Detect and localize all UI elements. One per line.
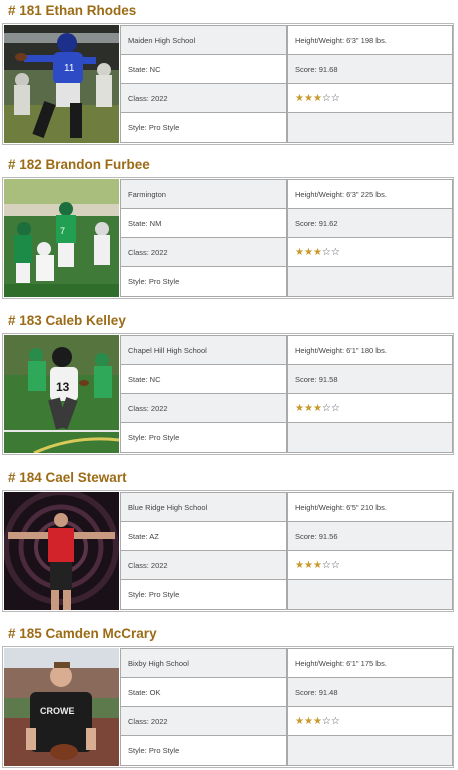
height-weight-cell: Height/Weight: 6'5" 210 lbs. <box>287 492 453 522</box>
star-filled-icon: ★ <box>312 92 322 104</box>
style-cell: Style: Pro Style <box>120 112 287 143</box>
school-cell: Chapel Hill High School <box>120 335 287 365</box>
rating-cell: ★ ★ ★ ☆ ☆ <box>287 706 453 736</box>
empty-cell <box>287 735 453 766</box>
star-filled-icon: ★ <box>295 715 304 727</box>
score-cell: Score: 91.56 <box>287 521 453 551</box>
score-cell: Score: 91.48 <box>287 677 453 707</box>
star-empty-icon: ☆ <box>330 92 340 104</box>
star-empty-icon: ☆ <box>321 559 331 571</box>
score-cell: Score: 91.62 <box>287 208 453 238</box>
star-empty-icon: ☆ <box>330 715 340 727</box>
star-empty-icon: ☆ <box>330 246 340 258</box>
player-name[interactable]: # 181 Ethan Rhodes <box>8 3 136 19</box>
player-name[interactable]: # 183 Caleb Kelley <box>8 313 126 329</box>
class-cell: Class: 2022 <box>120 83 287 113</box>
empty-cell <box>287 112 453 143</box>
star-filled-icon: ★ <box>303 402 313 414</box>
class-cell: Class: 2022 <box>120 550 287 580</box>
star-rating: ★ ★ ★ ☆ ☆ <box>295 93 340 104</box>
star-empty-icon: ☆ <box>321 246 331 258</box>
star-filled-icon: ★ <box>295 402 304 414</box>
style-cell: Style: Pro Style <box>120 422 287 453</box>
player-photo[interactable] <box>4 492 119 610</box>
state-cell: State: NC <box>120 364 287 394</box>
star-empty-icon: ☆ <box>321 715 331 727</box>
school-cell: Maiden High School <box>120 25 287 55</box>
star-rating: ★ ★ ★ ☆ ☆ <box>295 716 340 727</box>
player-photo-black-shirt-icon: CROWE <box>4 648 119 766</box>
player-info-table: CROWE Bixby High School Height/Weight: 6… <box>2 646 454 768</box>
school-cell: Blue Ridge High School <box>120 492 287 522</box>
star-filled-icon: ★ <box>312 715 322 727</box>
svg-text:7: 7 <box>60 226 65 236</box>
star-empty-icon: ☆ <box>330 559 340 571</box>
style-cell: Style: Pro Style <box>120 735 287 766</box>
height-weight-cell: Height/Weight: 6'3" 225 lbs. <box>287 179 453 209</box>
class-cell: Class: 2022 <box>120 393 287 423</box>
state-cell: State: NC <box>120 54 287 84</box>
state-cell: State: NM <box>120 208 287 238</box>
player-photo-white-jersey-icon: 13 <box>4 335 119 453</box>
svg-text:11: 11 <box>64 63 75 74</box>
empty-cell <box>287 579 453 610</box>
star-filled-icon: ★ <box>303 92 313 104</box>
star-rating: ★ ★ ★ ☆ ☆ <box>295 403 340 414</box>
score-cell: Score: 91.58 <box>287 364 453 394</box>
player-info-table: 11 Maiden High School Height/Weight: 6'3… <box>2 23 454 145</box>
state-cell: State: OK <box>120 677 287 707</box>
star-filled-icon: ★ <box>312 246 322 258</box>
class-cell: Class: 2022 <box>120 706 287 736</box>
player-name[interactable]: # 184 Cael Stewart <box>8 470 127 486</box>
star-rating: ★ ★ ★ ☆ ☆ <box>295 247 340 258</box>
rating-cell: ★ ★ ★ ☆ ☆ <box>287 393 453 423</box>
star-filled-icon: ★ <box>303 559 313 571</box>
player-photo[interactable]: 11 <box>4 25 119 143</box>
school-cell: Farmington <box>120 179 287 209</box>
star-filled-icon: ★ <box>312 559 322 571</box>
player-info-table: 13 Chapel Hill High School Height/Weight… <box>2 333 454 455</box>
school-cell: Bixby High School <box>120 648 287 678</box>
rating-cell: ★ ★ ★ ☆ ☆ <box>287 237 453 267</box>
star-empty-icon: ☆ <box>330 402 340 414</box>
height-weight-cell: Height/Weight: 6'1" 175 lbs. <box>287 648 453 678</box>
style-cell: Style: Pro Style <box>120 266 287 297</box>
rating-cell: ★ ★ ★ ☆ ☆ <box>287 550 453 580</box>
star-filled-icon: ★ <box>295 559 304 571</box>
player-info-table: Blue Ridge High School Height/Weight: 6'… <box>2 490 454 612</box>
player-photo[interactable]: CROWE <box>4 648 119 766</box>
player-info-table: 7 Farmington Height/Weight: 6'3" 225 lbs… <box>2 177 454 299</box>
player-name[interactable]: # 182 Brandon Furbee <box>8 157 150 173</box>
style-cell: Style: Pro Style <box>120 579 287 610</box>
state-cell: State: AZ <box>120 521 287 551</box>
player-photo-red-shirt-icon <box>4 492 119 610</box>
empty-cell <box>287 266 453 297</box>
player-name[interactable]: # 185 Camden McCrary <box>8 626 157 642</box>
player-photo[interactable]: 7 <box>4 179 119 297</box>
star-filled-icon: ★ <box>295 92 304 104</box>
star-filled-icon: ★ <box>303 715 313 727</box>
star-filled-icon: ★ <box>295 246 304 258</box>
star-empty-icon: ☆ <box>321 402 331 414</box>
height-weight-cell: Height/Weight: 6'1" 180 lbs. <box>287 335 453 365</box>
player-photo-qb-icon: 11 <box>4 25 119 143</box>
height-weight-cell: Height/Weight: 6'3" 198 lbs. <box>287 25 453 55</box>
score-cell: Score: 91.68 <box>287 54 453 84</box>
class-cell: Class: 2022 <box>120 237 287 267</box>
player-photo[interactable]: 13 <box>4 335 119 453</box>
star-empty-icon: ☆ <box>321 92 331 104</box>
empty-cell <box>287 422 453 453</box>
player-photo-green-jersey-icon: 7 <box>4 179 119 297</box>
svg-text:CROWE: CROWE <box>40 706 75 716</box>
svg-text:13: 13 <box>56 380 70 394</box>
star-rating: ★ ★ ★ ☆ ☆ <box>295 560 340 571</box>
rating-cell: ★ ★ ★ ☆ ☆ <box>287 83 453 113</box>
star-filled-icon: ★ <box>303 246 313 258</box>
star-filled-icon: ★ <box>312 402 322 414</box>
